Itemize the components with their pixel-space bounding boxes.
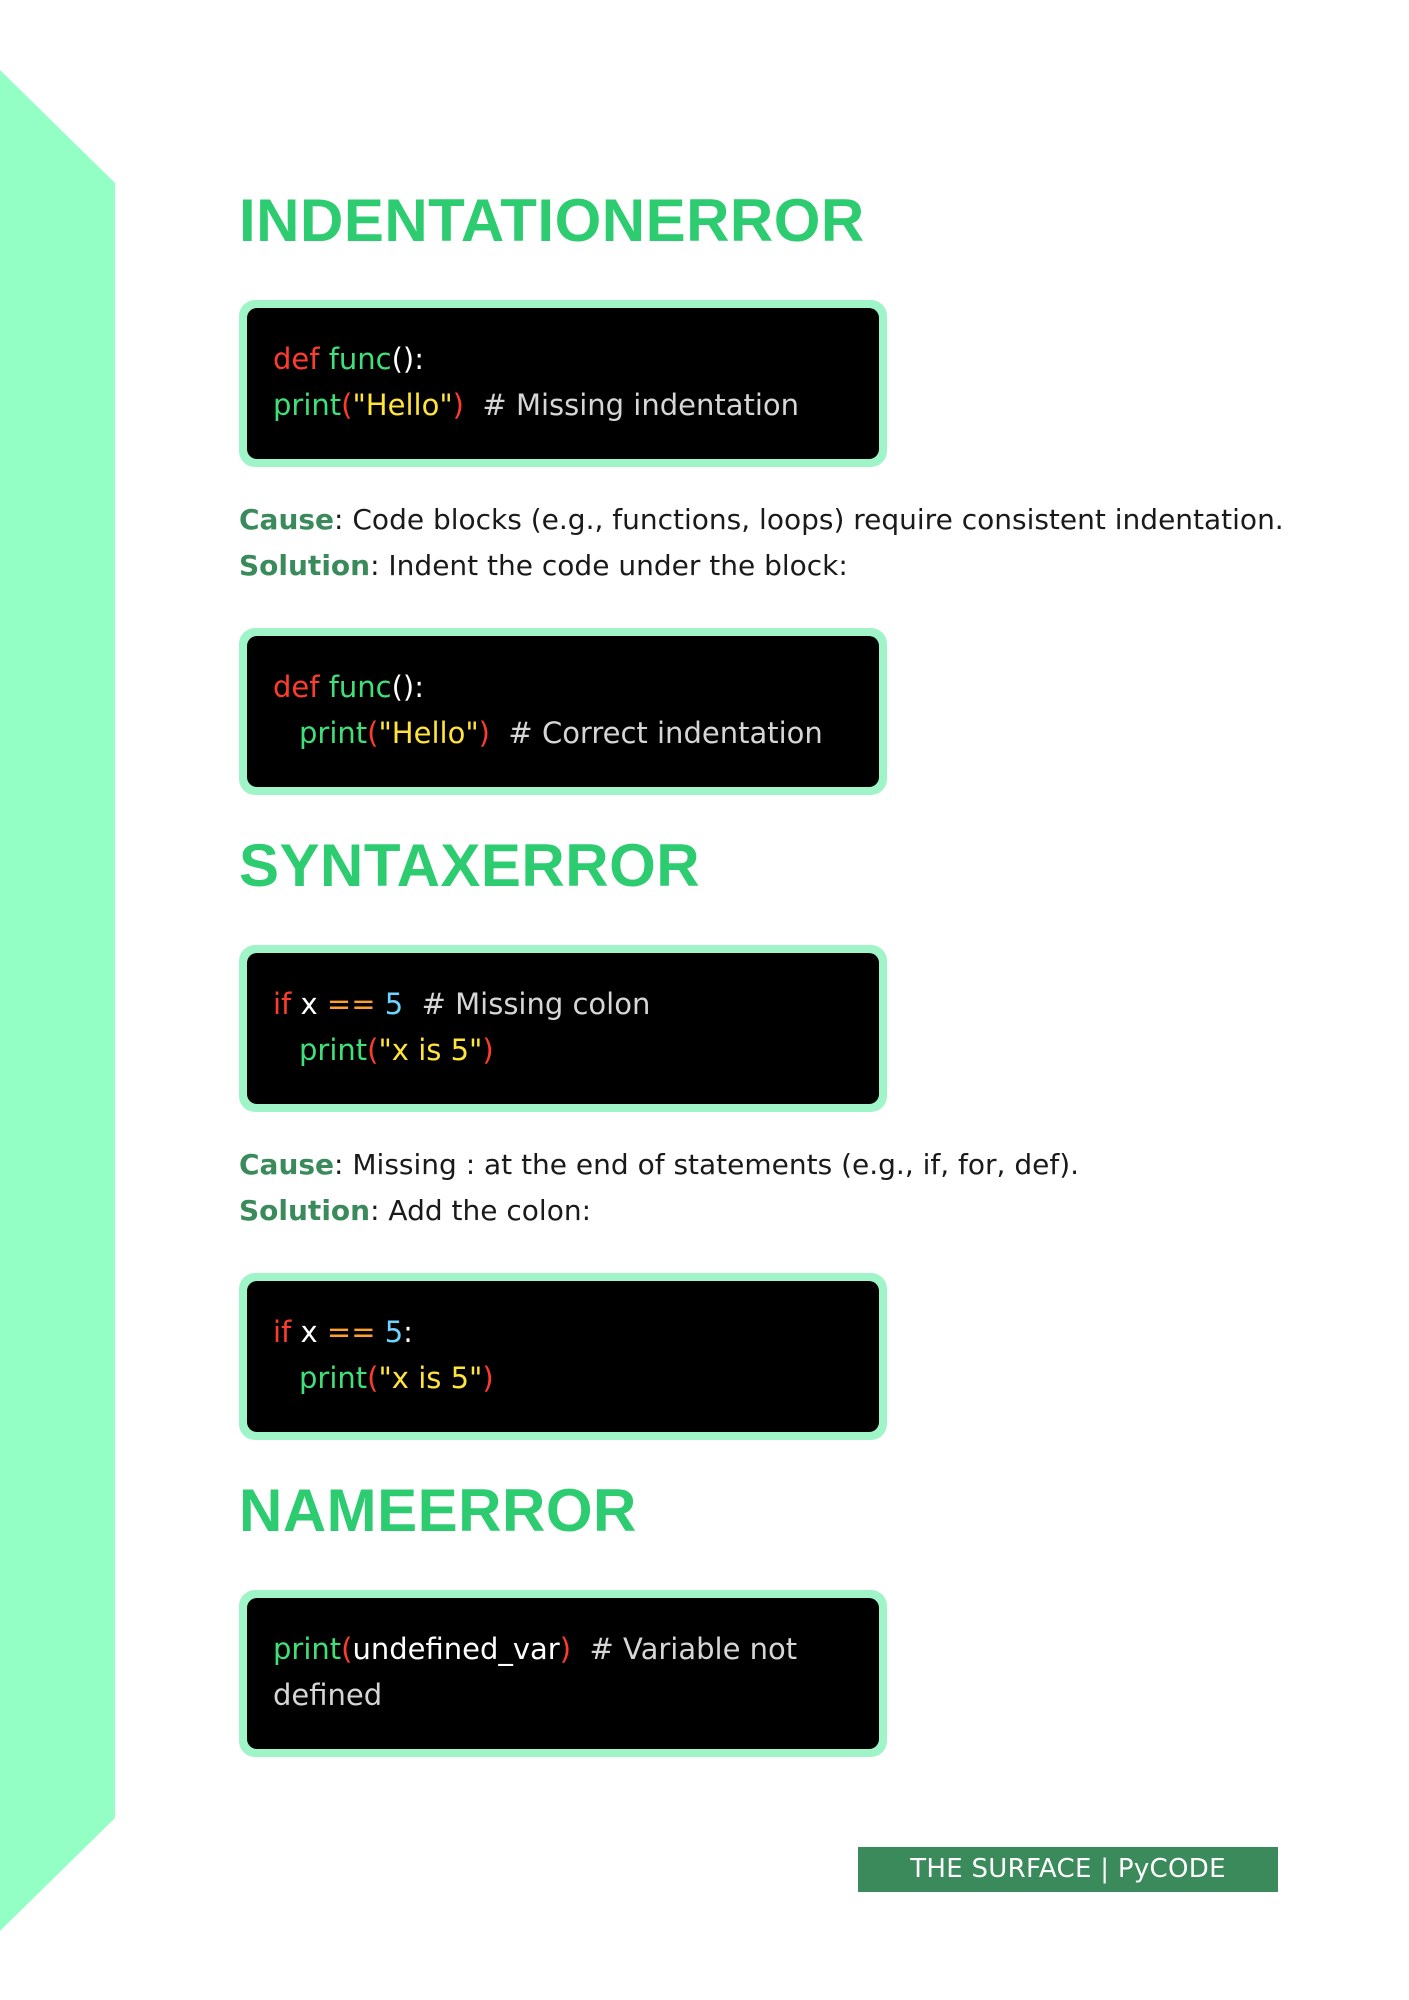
- decorative-side-band: [0, 70, 115, 1931]
- cause-line: Cause: Missing : at the end of statement…: [239, 1142, 1079, 1188]
- code-block-inner: if x == 5: print("x is 5"): [247, 1281, 879, 1432]
- code-comment: # Correct indentation: [508, 716, 823, 750]
- code-comment: # Missing colon: [421, 987, 651, 1021]
- solution-line: Solution: Indent the code under the bloc…: [239, 543, 848, 589]
- solution-label: Solution: [239, 549, 371, 582]
- solution-line: Solution: Add the colon:: [239, 1188, 591, 1234]
- code-paren: ): [482, 1361, 494, 1395]
- cause-text: : Missing : at the end of statements (e.…: [334, 1148, 1080, 1181]
- code-line: print(undefined_var) # Variable not defi…: [273, 1626, 853, 1718]
- code-number: 5: [384, 987, 404, 1021]
- heading-nameerror: NAMEERROR: [239, 1477, 637, 1544]
- code-variable: x: [300, 987, 318, 1021]
- code-paren: (: [341, 1632, 353, 1666]
- code-paren: (: [367, 1033, 379, 1067]
- code-line: if x == 5 # Missing colon: [273, 981, 853, 1027]
- code-block-inner: def func(): print("Hello") # Correct ind…: [247, 636, 879, 787]
- code-keyword: if: [273, 987, 292, 1021]
- solution-text: : Add the colon:: [370, 1194, 592, 1227]
- code-paren: ): [452, 388, 464, 422]
- code-block-syntax-wrong: if x == 5 # Missing colon print("x is 5"…: [239, 945, 887, 1112]
- code-punctuation: ():: [391, 342, 425, 376]
- code-keyword: def: [273, 342, 320, 376]
- code-line: if x == 5:: [273, 1309, 853, 1355]
- code-function: print: [299, 1361, 368, 1395]
- code-punctuation: ():: [391, 670, 425, 704]
- heading-syntaxerror: SYNTAXERROR: [239, 832, 701, 899]
- code-string: "Hello": [378, 716, 479, 750]
- cause-text: : Code blocks (e.g., functions, loops) r…: [334, 503, 1284, 536]
- code-paren: (: [367, 716, 379, 750]
- code-line: def func():: [273, 336, 853, 382]
- code-paren: ): [482, 1033, 494, 1067]
- cause-label: Cause: [239, 1148, 335, 1181]
- code-block-name-wrong: print(undefined_var) # Variable not defi…: [239, 1590, 887, 1757]
- code-function: func: [328, 670, 392, 704]
- code-variable: undefined_var: [352, 1632, 560, 1666]
- code-function: print: [299, 1033, 368, 1067]
- code-paren: (: [341, 388, 353, 422]
- code-number: 5: [384, 1315, 404, 1349]
- code-paren: ): [478, 716, 490, 750]
- code-block-indentation-correct: def func(): print("Hello") # Correct ind…: [239, 628, 887, 795]
- code-line: print("x is 5"): [273, 1355, 853, 1401]
- code-block-syntax-correct: if x == 5: print("x is 5"): [239, 1273, 887, 1440]
- code-operator: ==: [326, 987, 376, 1021]
- code-line: def func():: [273, 664, 853, 710]
- code-block-inner: def func(): print("Hello") # Missing ind…: [247, 308, 879, 459]
- footer-brand-tag: THE SURFACE | PyCODE DEFENSE: [858, 1847, 1278, 1929]
- code-line: print("Hello") # Missing indentation: [273, 382, 853, 428]
- code-line: print("Hello") # Correct indentation: [273, 710, 853, 756]
- code-operator: ==: [326, 1315, 376, 1349]
- code-paren: (: [367, 1361, 379, 1395]
- solution-text: : Indent the code under the block:: [370, 549, 848, 582]
- cause-label: Cause: [239, 503, 335, 536]
- code-paren: ): [559, 1632, 572, 1666]
- cause-line: Cause: Code blocks (e.g., functions, loo…: [239, 497, 1284, 543]
- code-punctuation: :: [403, 1315, 413, 1349]
- heading-indentationerror: INDENTATIONERROR: [239, 187, 865, 254]
- code-function: print: [273, 388, 342, 422]
- code-keyword: def: [273, 670, 320, 704]
- code-function: print: [273, 1632, 342, 1666]
- code-function: func: [328, 342, 392, 376]
- solution-label: Solution: [239, 1194, 371, 1227]
- code-block-inner: if x == 5 # Missing colon print("x is 5"…: [247, 953, 879, 1104]
- code-string: "Hello": [352, 388, 453, 422]
- code-keyword: if: [273, 1315, 292, 1349]
- code-line: print("x is 5"): [273, 1027, 853, 1073]
- code-comment: # Missing indentation: [482, 388, 800, 422]
- code-block-indentation-wrong: def func(): print("Hello") # Missing ind…: [239, 300, 887, 467]
- code-string: "x is 5": [378, 1361, 483, 1395]
- code-function: print: [299, 716, 368, 750]
- code-string: "x is 5": [378, 1033, 483, 1067]
- code-variable: x: [300, 1315, 318, 1349]
- code-block-inner: print(undefined_var) # Variable not defi…: [247, 1598, 879, 1749]
